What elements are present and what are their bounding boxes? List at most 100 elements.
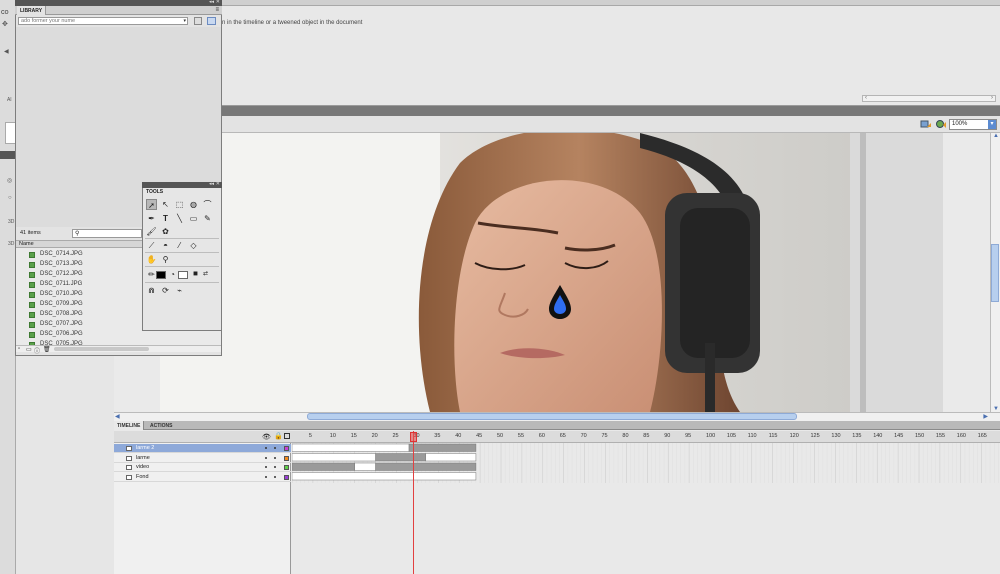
stroke-color-swatch[interactable] (156, 271, 166, 279)
library-scroll-thumb[interactable] (54, 347, 149, 351)
layer-outline-color[interactable] (284, 474, 289, 480)
library-list-item[interactable]: DSC_0706.JPG (18, 330, 142, 340)
playhead[interactable] (413, 431, 414, 574)
smooth-icon[interactable]: ⟳ (160, 285, 171, 296)
free-transform-tool-icon[interactable]: ⬚ (174, 199, 185, 210)
dock-radio-icon-2[interactable]: ○ (8, 195, 12, 201)
visibility-dot[interactable] (265, 466, 267, 468)
panel-menu-icon[interactable]: ≡ (215, 7, 219, 13)
visibility-dot[interactable] (265, 447, 267, 449)
lasso-tool-icon[interactable]: ⌒ (202, 199, 213, 210)
lock-dot[interactable] (274, 456, 276, 459)
visibility-dot[interactable] (265, 456, 267, 459)
scroll-left-icon[interactable]: ‹ (865, 95, 867, 101)
collapse-icon[interactable]: ◂◂ (209, 181, 214, 187)
bitmap-icon (29, 262, 35, 268)
scroll-right-icon[interactable]: › (991, 95, 993, 101)
tab-actions[interactable]: ACTIONS (147, 421, 176, 430)
selection-tool-icon[interactable]: ➚ (146, 199, 157, 210)
lock-dot[interactable] (274, 447, 276, 449)
close-icon[interactable]: ✕ (216, 181, 220, 187)
pencil-tool-icon[interactable]: ✎ (202, 213, 213, 224)
close-icon[interactable]: ✕ (216, 0, 220, 5)
zoom-tool-icon[interactable]: ⚲ (160, 254, 171, 265)
edit-scene-icon[interactable] (920, 119, 932, 129)
deco-tool-icon[interactable]: ✿ (160, 226, 171, 237)
tab-library[interactable]: LIBRARY (17, 6, 47, 15)
fill-color-icon[interactable]: ◔ (167, 269, 178, 280)
lock-dot[interactable] (274, 475, 276, 478)
lock-dot[interactable] (274, 466, 276, 468)
brush-tool-icon[interactable]: 🖌 (146, 226, 157, 237)
stage-horizontal-scroll-thumb[interactable] (307, 413, 797, 420)
lock-icon[interactable]: 🔒 (274, 432, 283, 440)
swap-colors-icon[interactable]: ⇄ (200, 269, 211, 280)
library-list-item[interactable]: DSC_0709.JPG (18, 300, 142, 310)
straighten-icon[interactable]: ⌁ (174, 285, 185, 296)
library-list-item[interactable]: DSC_0712.JPG (18, 270, 142, 280)
layer-outline-color[interactable] (284, 455, 289, 461)
dock-collapsed-panel[interactable] (0, 151, 16, 159)
bone-tool-icon[interactable]: ⟋ (146, 240, 157, 251)
pin-library-icon[interactable] (194, 17, 202, 25)
text-tool-icon[interactable]: T (160, 213, 171, 224)
trash-icon[interactable]: 🗑 (43, 346, 51, 353)
paint-bucket-tool-icon[interactable]: ◓ (160, 240, 171, 251)
scroll-left-icon[interactable]: ◀ (115, 413, 120, 420)
frame-span (292, 453, 376, 462)
dock-tool-icon[interactable]: ✥ (2, 20, 8, 28)
layer-outline-color[interactable] (284, 465, 289, 470)
collapse-icon[interactable]: ◂◂ (209, 0, 214, 5)
library-list-item[interactable]: DSC_0713.JPG (18, 260, 142, 270)
3d-rotation-tool-icon[interactable]: ◍ (188, 199, 199, 210)
library-list-item[interactable]: DSC_0714.JPG (18, 250, 142, 260)
library-list-item[interactable]: DSC_0707.JPG (18, 320, 142, 330)
snap-to-objects-icon[interactable]: ⋒ (146, 285, 157, 296)
new-library-panel-icon[interactable] (207, 17, 216, 25)
timeline-layer[interactable]: larme (114, 454, 291, 463)
line-tool-icon[interactable]: ╲ (174, 213, 185, 224)
pen-tool-icon[interactable]: ✒ (146, 213, 157, 224)
eyedropper-tool-icon[interactable]: ⁄ (174, 240, 185, 251)
layer-outline-color[interactable] (284, 446, 289, 451)
new-symbol-icon[interactable]: ▫ (18, 346, 20, 352)
frame-ruler[interactable]: 5101520253035404550556065707580859095100… (292, 431, 1000, 443)
eye-icon[interactable]: 👁 (262, 433, 271, 441)
playhead-handle[interactable] (410, 432, 417, 442)
left-dock: CO ✥ ◀ Al ◎ ○ 3D 3D (0, 0, 16, 574)
timeline-layer[interactable]: Fond (114, 473, 291, 482)
rectangle-tool-icon[interactable]: ▭ (188, 213, 199, 224)
zoom-select[interactable]: 100% ▾ (949, 119, 997, 130)
subselection-tool-icon[interactable]: ↖ (160, 199, 171, 210)
chevron-down-icon[interactable]: ▾ (183, 18, 186, 24)
library-document-select[interactable]: ado former your nume ▾ (18, 17, 188, 25)
timeline-layer[interactable]: video (114, 463, 291, 472)
chevron-down-icon[interactable]: ▾ (988, 120, 996, 129)
properties-horizontal-scrollbar[interactable]: ‹ › (862, 95, 996, 102)
stage-video-frame[interactable] (160, 133, 943, 412)
library-item-name: DSC_0711.JPG (40, 281, 83, 287)
scroll-up-icon[interactable]: ▲ (993, 133, 999, 139)
dock-label-co: CO (1, 10, 9, 16)
dock-arrow-icon[interactable]: ◀ (4, 48, 9, 55)
timeline-layer[interactable]: larme 2 (114, 444, 291, 453)
edit-symbols-icon[interactable] (935, 119, 947, 129)
stage-vertical-scroll-thumb[interactable] (991, 244, 999, 302)
frame-tick-label: 145 (894, 433, 904, 439)
library-list-item[interactable]: DSC_0708.JPG (18, 310, 142, 320)
properties-icon[interactable]: ⓘ (34, 346, 40, 355)
library-list-item[interactable]: DSC_0710.JPG (18, 290, 142, 300)
tab-timeline[interactable]: TIMELINE (114, 421, 145, 430)
hand-tool-icon[interactable]: ✋ (146, 254, 157, 265)
tab-tools[interactable]: TOOLS (143, 188, 167, 196)
visibility-dot[interactable] (265, 475, 267, 478)
outline-icon[interactable] (284, 433, 290, 439)
library-search-input[interactable]: ⚲ (72, 229, 142, 238)
frames-grid[interactable] (292, 443, 1000, 483)
library-list-item[interactable]: DSC_0711.JPG (18, 280, 142, 290)
eraser-tool-icon[interactable]: ◇ (188, 240, 199, 251)
dock-radio-icon[interactable]: ◎ (7, 177, 12, 184)
scroll-right-icon[interactable]: ▶ (983, 413, 988, 420)
fill-color-swatch[interactable] (178, 271, 188, 279)
new-folder-icon[interactable]: ▭ (26, 346, 32, 353)
